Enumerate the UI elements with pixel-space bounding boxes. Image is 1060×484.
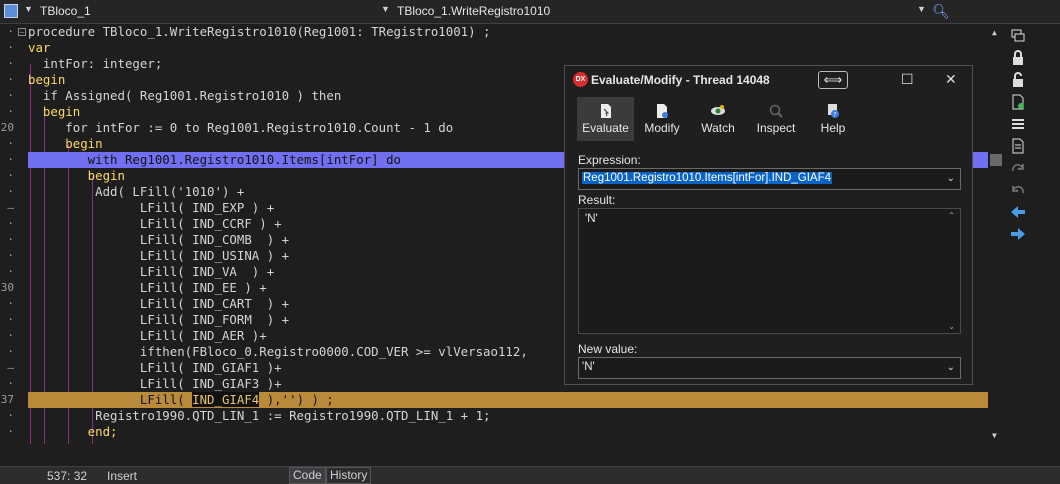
line-number: ·: [7, 233, 14, 246]
help-button[interactable]: ? Help: [811, 97, 855, 141]
watch-button[interactable]: Watch: [693, 97, 743, 141]
line-number: ·: [7, 153, 14, 166]
scroll-up-icon[interactable]: ⌃: [948, 211, 955, 220]
evaluate-button[interactable]: Evaluate: [577, 97, 634, 141]
windows-icon[interactable]: [1010, 28, 1026, 44]
undo-icon[interactable]: [1010, 182, 1026, 198]
cursor-position: 537: 32: [47, 469, 88, 483]
line-number: ·: [7, 409, 14, 422]
inspect-icon: [769, 104, 783, 118]
editor-navigation-bar: ▼ TBloco_1 ▼ TBloco_1.WriteRegistro1010 …: [0, 0, 1060, 24]
unit-icon: [4, 4, 18, 18]
scroll-thumb[interactable]: [990, 154, 1002, 166]
line-number: ·: [7, 217, 14, 230]
line-number: ·: [7, 185, 14, 198]
class-selector[interactable]: TBloco_1: [40, 4, 91, 18]
breakpoint-line[interactable]: LFill( IND_GIAF4 ),'') ) ;: [28, 392, 988, 408]
line-number: ·: [7, 25, 14, 38]
redo-icon[interactable]: [1010, 160, 1026, 176]
line-number-gutter[interactable]: · · · · · · 20 · · · · – · · · · 30 · · …: [0, 24, 22, 444]
chevron-down-icon[interactable]: ▼: [917, 4, 926, 14]
result-field[interactable]: 'N' ⌃ ⌄: [578, 208, 961, 334]
line-number: –: [7, 201, 14, 214]
new-value-label: New value:: [578, 342, 638, 356]
inspect-button[interactable]: Inspect: [749, 97, 803, 141]
evaluate-modify-dialog: DX Evaluate/Modify - Thread 14048 ⟺ ☐ ✕ …: [564, 65, 973, 385]
line-number: ·: [7, 329, 14, 342]
expression-value[interactable]: Reg1001.Registro1010.Items[intFor].IND_G…: [582, 172, 833, 184]
line-number: ·: [7, 137, 14, 150]
resize-button[interactable]: ⟺: [818, 71, 848, 89]
new-value-input[interactable]: 'N' ⌄: [578, 357, 961, 379]
line-number: ·: [7, 313, 14, 326]
line-number: 20: [0, 121, 14, 134]
line-number: ·: [7, 57, 14, 70]
chevron-down-icon[interactable]: ▼: [381, 4, 390, 14]
arrow-right-icon[interactable]: [1010, 226, 1026, 242]
line-number: ·: [7, 41, 14, 54]
line-number: 30: [0, 281, 14, 294]
line-number: ·: [7, 425, 14, 438]
search-icon[interactable]: 🔍︎: [932, 3, 950, 20]
tab-history[interactable]: History: [326, 467, 372, 484]
fold-toggle-icon[interactable]: –: [18, 28, 26, 36]
insert-mode: Insert: [107, 469, 138, 483]
line-number: ·: [7, 169, 14, 182]
result-label: Result:: [578, 193, 616, 207]
chevron-down-icon[interactable]: ⌄: [947, 362, 955, 373]
modify-button[interactable]: Modify: [637, 97, 687, 141]
line-number: ·: [7, 297, 14, 310]
maximize-icon[interactable]: ☐: [901, 71, 914, 88]
scroll-down-icon[interactable]: ⌄: [948, 322, 955, 331]
line-number: ·: [7, 345, 14, 358]
watch-label: Watch: [701, 121, 735, 135]
new-value-text[interactable]: 'N': [582, 361, 595, 373]
line-number: ·: [7, 89, 14, 102]
line-number: ·: [7, 377, 14, 390]
selected-identifier[interactable]: IND_GIAF4: [192, 392, 260, 407]
code-line[interactable]: var: [28, 40, 988, 56]
code-line[interactable]: end;: [28, 424, 988, 440]
method-selector[interactable]: TBloco_1.WriteRegistro1010: [397, 4, 550, 18]
chevron-down-icon[interactable]: ▼: [24, 4, 33, 14]
line-number: ·: [7, 105, 14, 118]
evaluate-label: Evaluate: [582, 121, 629, 135]
editor-scrollbar[interactable]: ▲ ▼: [990, 24, 1002, 444]
line-number: ·: [7, 73, 14, 86]
arrow-left-icon[interactable]: [1010, 204, 1026, 220]
watch-icon: [711, 105, 725, 115]
dialog-title: Evaluate/Modify - Thread 14048: [591, 73, 770, 87]
modify-icon: [657, 104, 668, 118]
side-toolbar: [1003, 24, 1060, 444]
unlock-icon[interactable]: [1010, 72, 1026, 88]
svg-text:?: ?: [833, 112, 836, 119]
tab-code[interactable]: Code: [289, 467, 326, 484]
list-icon[interactable]: [1010, 116, 1026, 132]
help-icon: ?: [828, 104, 839, 119]
code-line[interactable]: procedure TBloco_1.WriteRegistro1010(Reg…: [28, 24, 988, 40]
lock-icon[interactable]: [1010, 50, 1026, 66]
expression-input[interactable]: Reg1001.Registro1010.Items[intFor].IND_G…: [578, 168, 961, 190]
chevron-down-icon[interactable]: ⌄: [947, 173, 955, 184]
line-number: ·: [7, 265, 14, 278]
scroll-up-icon[interactable]: ▲: [992, 28, 997, 37]
line-number: ·: [7, 249, 14, 262]
help-label: Help: [820, 121, 846, 135]
scroll-down-icon[interactable]: ▼: [992, 431, 997, 440]
dx-logo: DX: [573, 72, 588, 87]
inspect-label: Inspect: [756, 121, 796, 135]
line-number: 37: [0, 393, 14, 406]
document-icon[interactable]: [1010, 138, 1026, 154]
code-line[interactable]: Registro1990.QTD_LIN_1 := Registro1990.Q…: [28, 408, 988, 424]
line-number: –: [7, 361, 14, 374]
code-text: LFill(: [28, 392, 193, 407]
status-bar: 537: 32 Insert Code History: [0, 466, 1060, 484]
new-file-icon[interactable]: [1010, 94, 1026, 110]
close-icon[interactable]: ✕: [945, 71, 957, 88]
result-value: 'N': [585, 213, 598, 225]
expression-label: Expression:: [578, 153, 641, 167]
modify-label: Modify: [644, 121, 680, 135]
evaluate-icon: [600, 104, 611, 118]
code-text: ),'') ) ;: [259, 392, 334, 407]
